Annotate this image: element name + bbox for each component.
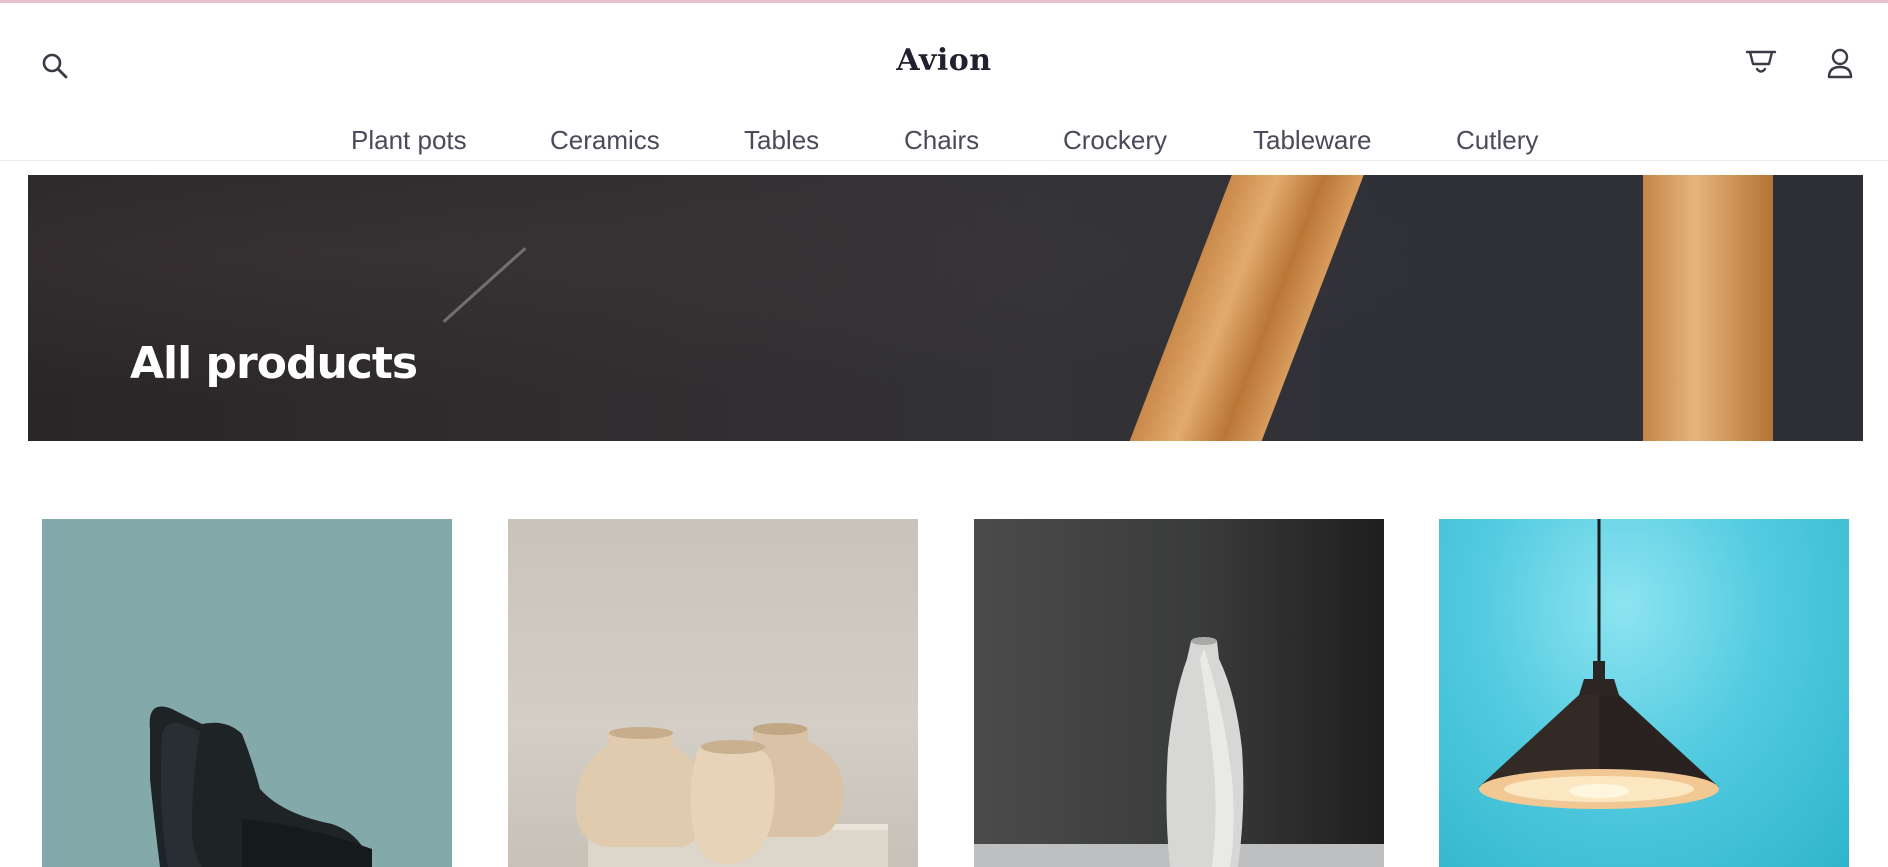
nav-item-cutlery[interactable]: Cutlery — [1456, 125, 1538, 156]
product-card[interactable] — [42, 519, 452, 867]
page-title: All products — [130, 338, 418, 389]
nav-item-chairs[interactable]: Chairs — [904, 125, 979, 156]
clay-vases-image — [575, 723, 888, 867]
nav-item-plant-pots[interactable]: Plant pots — [351, 125, 467, 156]
product-card[interactable] — [508, 519, 918, 867]
hero-background-texture — [28, 175, 1863, 441]
hero-wood-stick — [1643, 175, 1773, 441]
hero-banner: All products — [28, 175, 1863, 441]
nav-item-crockery[interactable]: Crockery — [1063, 125, 1167, 156]
category-nav: Plant pots Ceramics Tables Chairs Crocke… — [0, 125, 1888, 159]
nav-item-tableware[interactable]: Tableware — [1253, 125, 1372, 156]
nav-item-tables[interactable]: Tables — [744, 125, 819, 156]
product-card[interactable] — [974, 519, 1384, 867]
black-chair-image — [149, 706, 372, 867]
product-card[interactable] — [1439, 519, 1849, 867]
account-button[interactable] — [1822, 46, 1858, 82]
cart-icon — [1745, 50, 1777, 73]
user-icon — [1827, 48, 1853, 79]
white-bottle-vase-image — [974, 637, 1384, 867]
site-header: Avion Plant pots Ceramics Tables Chairs … — [0, 3, 1888, 161]
pendant-lamp-image — [1479, 519, 1719, 809]
site-logo[interactable]: Avion — [0, 43, 1888, 78]
cart-button[interactable] — [1743, 46, 1779, 82]
nav-item-ceramics[interactable]: Ceramics — [550, 125, 660, 156]
